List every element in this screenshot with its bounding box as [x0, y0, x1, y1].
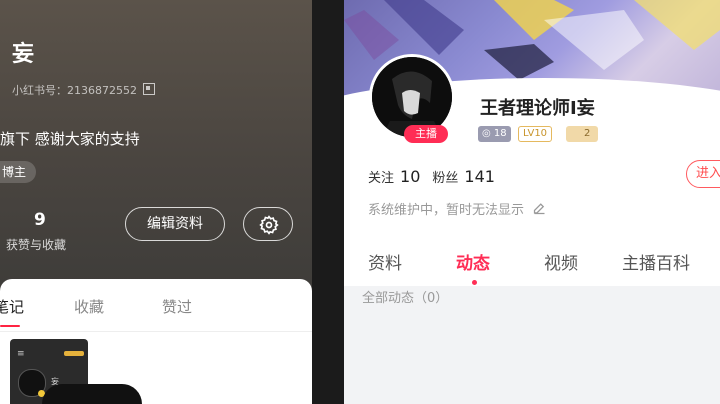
enter-button[interactable]: 进入	[686, 160, 720, 188]
active-tab-indicator	[472, 280, 477, 285]
edit-profile-button[interactable]: 编辑资料	[125, 207, 225, 241]
pencil-icon[interactable]	[532, 201, 547, 216]
tab-divider	[0, 331, 312, 332]
fans-label: 粉丝	[432, 171, 459, 186]
notes-sheet: 笔记 收藏 赞过 ≡ 妄	[0, 279, 312, 404]
follow-stats: 关注 10 粉丝 141	[368, 167, 507, 186]
profile-tag: 博主	[0, 161, 37, 183]
tab-collections[interactable]: 收藏	[74, 296, 104, 317]
tab-notes[interactable]: 笔记	[0, 296, 24, 317]
status-text: 系统维护中，暂时无法显示	[368, 199, 547, 218]
profile-name: 妄	[12, 42, 35, 67]
username: 王者理论师I妄	[480, 98, 595, 119]
tab-videos[interactable]: 视频	[544, 249, 578, 274]
follow-count[interactable]: 10	[400, 167, 420, 186]
redbook-profile-panel: 妄 小红书号：2136872552 旗下 感谢大家的支持 博主 9 获赞与收藏 …	[0, 0, 312, 404]
tab-dynamics[interactable]: 动态	[456, 249, 490, 274]
qr-code-icon[interactable]	[143, 83, 155, 95]
live-badge: 主播	[404, 125, 448, 143]
level-badge-3: 2	[566, 126, 599, 142]
level-badge-2: LV10	[518, 126, 553, 142]
active-tab-underline	[0, 325, 20, 327]
tab-profile-info[interactable]: 资料	[368, 249, 402, 274]
settings-button[interactable]	[243, 207, 293, 241]
level-badge-1: ◎ 18	[478, 126, 511, 142]
all-dynamics-label[interactable]: 全部动态（0）	[362, 287, 448, 306]
note-badge	[64, 351, 84, 356]
redbook-id: 小红书号：2136872552	[12, 82, 155, 98]
menu-icon: ≡	[17, 349, 25, 359]
game-profile-panel: 主播 王者理论师I妄 ◎ 18 LV10 2 关注 10 粉丝 141 进入 系统维护…	[344, 0, 720, 404]
split-divider	[312, 0, 344, 404]
gear-icon	[259, 215, 279, 235]
fans-count[interactable]: 141	[464, 167, 495, 186]
tab-liked[interactable]: 赞过	[162, 296, 192, 317]
tab-streamer-wiki[interactable]: 主播百科	[622, 249, 690, 274]
redbook-id-text: 小红书号：2136872552	[12, 84, 137, 97]
likes-label: 获赞与收藏	[6, 238, 67, 252]
profile-bio: 旗下 感谢大家的支持	[0, 130, 140, 148]
follow-label: 关注	[368, 171, 395, 186]
status-label: 系统维护中，暂时无法显示	[368, 203, 525, 218]
likes-count[interactable]: 9	[34, 210, 46, 230]
floating-pill[interactable]	[42, 384, 142, 404]
